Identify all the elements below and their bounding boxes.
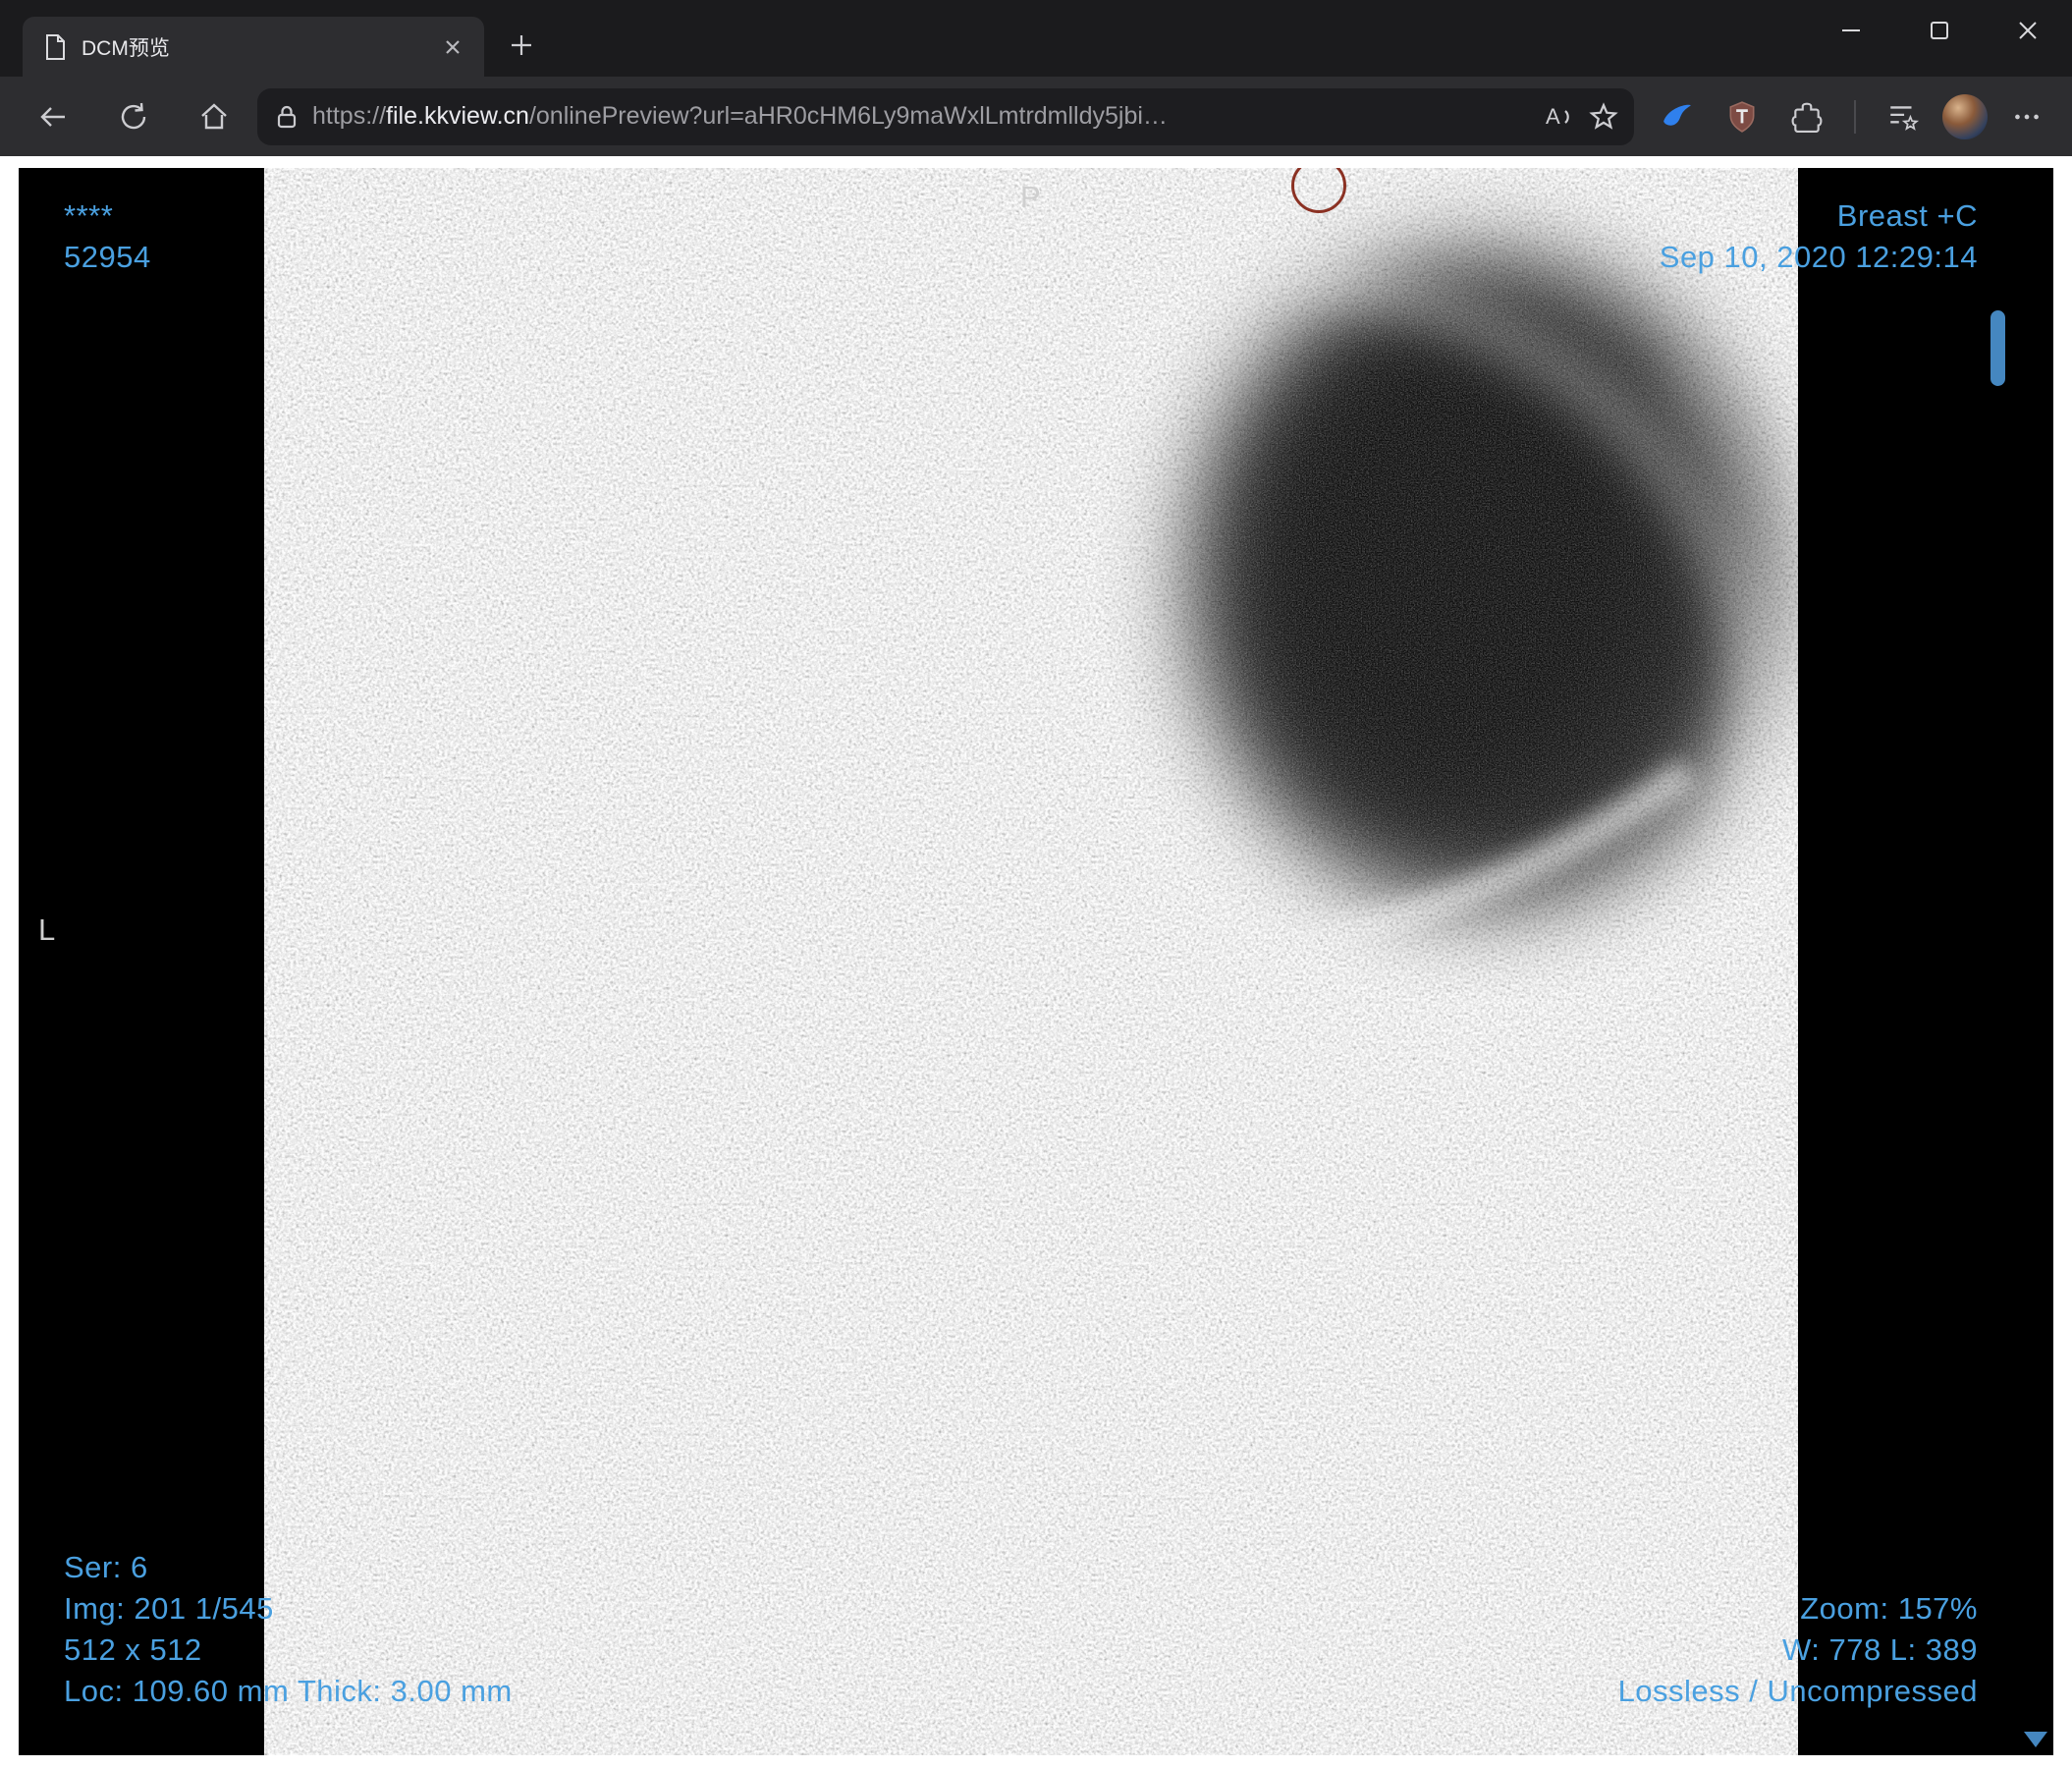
patient-info: **** 52954 <box>64 195 151 278</box>
address-bar[interactable]: https://file.kkview.cn/onlinePreview?url… <box>257 87 1634 145</box>
minimize-button[interactable] <box>1807 0 1895 61</box>
read-aloud-icon[interactable]: A <box>1536 94 1581 139</box>
study-datetime: Sep 10, 2020 12:29:14 <box>1659 240 1978 274</box>
url-text: https://file.kkview.cn/onlinePreview?url… <box>312 102 1536 131</box>
study-description: Breast +C <box>1836 198 1978 233</box>
extensions-area <box>1652 91 2052 142</box>
dicom-canvas[interactable]: **** 52954 Breast +C Sep 10, 2020 12:29:… <box>19 168 2053 1755</box>
back-button[interactable] <box>27 91 79 142</box>
favorite-star-icon[interactable] <box>1581 94 1626 139</box>
scroll-indicator[interactable] <box>1990 310 2005 386</box>
tab-close-icon[interactable] <box>435 29 470 65</box>
slice-location: Loc: 109.60 mm Thick: 3.00 mm <box>64 1674 513 1708</box>
orientation-marker-posterior: P <box>1020 180 1041 214</box>
url-scheme: https:// <box>312 102 387 130</box>
swallow-extension-icon[interactable] <box>1652 91 1703 142</box>
tab-dcm-preview[interactable]: DCM预览 <box>23 17 484 77</box>
series-number: Ser: 6 <box>64 1550 148 1584</box>
profile-avatar[interactable] <box>1942 93 1988 139</box>
document-icon <box>42 33 68 61</box>
svg-text:A: A <box>1546 104 1560 129</box>
orientation-marker-left: L <box>38 912 56 947</box>
lock-icon <box>275 103 299 131</box>
zoom-level: Zoom: 157% <box>1800 1591 1978 1626</box>
shield-t-extension-icon[interactable] <box>1717 91 1768 142</box>
toolbar: https://file.kkview.cn/onlinePreview?url… <box>0 77 2072 156</box>
display-info: Zoom: 157% W: 778 L: 389 Lossless / Unco… <box>1618 1588 1978 1712</box>
series-info: Ser: 6 Img: 201 1/545 512 x 512 Loc: 109… <box>64 1547 513 1712</box>
window-level: W: 778 L: 389 <box>1782 1632 1978 1667</box>
study-info: Breast +C Sep 10, 2020 12:29:14 <box>1660 195 1978 278</box>
toolbar-divider <box>1854 99 1856 134</box>
mri-image <box>264 168 1798 1755</box>
new-tab-button[interactable] <box>500 24 543 67</box>
favorites-bar-icon[interactable] <box>1878 91 1929 142</box>
image-matrix: 512 x 512 <box>64 1632 202 1667</box>
tab-strip: DCM预览 <box>0 0 2072 77</box>
nav-buttons <box>27 91 240 142</box>
tab-title: DCM预览 <box>82 36 170 60</box>
close-button[interactable] <box>1984 0 2072 61</box>
extensions-puzzle-icon[interactable] <box>1781 91 1832 142</box>
settings-menu-icon[interactable] <box>2001 91 2052 142</box>
url-domain: file.kkview.cn <box>386 102 529 130</box>
patient-id: 52954 <box>64 240 151 274</box>
image-number: Img: 201 1/545 <box>64 1591 274 1626</box>
maximize-button[interactable] <box>1895 0 1984 61</box>
page-content: **** 52954 Breast +C Sep 10, 2020 12:29:… <box>0 156 2072 1768</box>
browser-window: DCM预览 https://file.kkview.cn/onlinePrevi… <box>0 0 2072 1768</box>
window-controls <box>1807 0 2072 61</box>
compression-info: Lossless / Uncompressed <box>1617 1674 1978 1708</box>
scroll-down-arrow-icon[interactable] <box>2024 1732 2047 1747</box>
refresh-button[interactable] <box>108 91 159 142</box>
url-path: /onlinePreview?url=aHR0cHM6Ly9maWxlLmtrd… <box>528 102 1168 130</box>
patient-name-masked: **** <box>64 198 114 233</box>
home-button[interactable] <box>189 91 240 142</box>
